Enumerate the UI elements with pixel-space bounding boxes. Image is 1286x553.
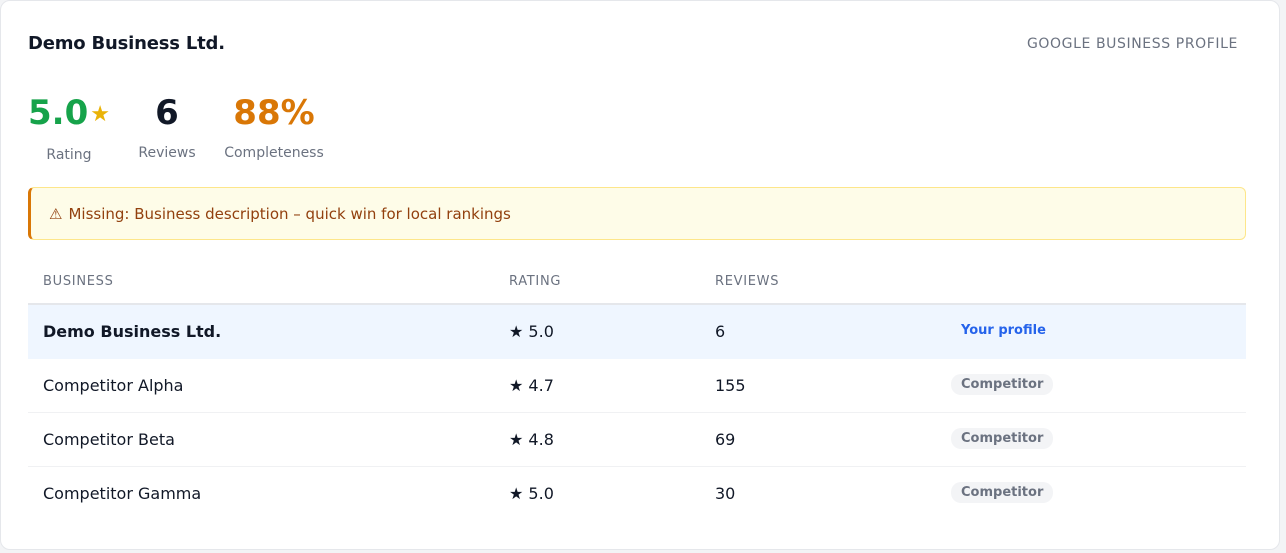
table-row: Demo Business Ltd. ★ 5.0 6 Your profile — [28, 305, 1246, 359]
star-icon: ★ — [90, 102, 110, 127]
column-header-rating: RATING — [509, 274, 562, 289]
gbp-card: Demo Business Ltd. GOOGLE BUSINESS PROFI… — [0, 0, 1280, 550]
row-business-name: Demo Business Ltd. — [43, 322, 222, 341]
row-rating: ★ 4.8 — [509, 430, 554, 449]
row-business-name: Competitor Alpha — [43, 376, 184, 395]
competitor-badge: Competitor — [951, 374, 1054, 395]
rating-value: 5.0 — [28, 93, 89, 133]
alert-text: Missing: Business description – quick wi… — [68, 204, 511, 223]
rating-value-wrap: 5.0★ — [28, 91, 110, 137]
reviews-label: Reviews — [138, 145, 196, 161]
row-rating: ★ 5.0 — [509, 322, 554, 341]
competitor-badge: Competitor — [951, 428, 1054, 449]
row-rating: ★ 5.0 — [509, 484, 554, 503]
competitor-table: BUSINESS RATING REVIEWS Demo Business Lt… — [28, 263, 1246, 521]
column-header-business: BUSINESS — [43, 274, 114, 289]
reviews-value: 6 — [155, 93, 179, 133]
column-header-reviews: REVIEWS — [715, 274, 780, 289]
missing-info-alert: ⚠ Missing: Business description – quick … — [28, 187, 1246, 240]
table-row: Competitor Beta ★ 4.8 69 Competitor — [28, 413, 1246, 467]
stat-completeness: 88% Completeness — [224, 91, 324, 161]
row-reviews: 155 — [715, 376, 746, 395]
card-header: Demo Business Ltd. GOOGLE BUSINESS PROFI… — [28, 33, 1238, 57]
business-name: Demo Business Ltd. — [28, 33, 225, 54]
row-business-name: Competitor Gamma — [43, 484, 202, 503]
row-business-name: Competitor Beta — [43, 430, 175, 449]
row-reviews: 6 — [715, 322, 726, 341]
row-rating: ★ 4.7 — [509, 376, 554, 395]
source-label: GOOGLE BUSINESS PROFILE — [1026, 36, 1238, 52]
completeness-label: Completeness — [224, 145, 324, 161]
stat-reviews: 6 Reviews — [138, 91, 196, 161]
row-reviews: 30 — [715, 484, 736, 503]
table-row: Competitor Gamma ★ 5.0 30 Competitor — [28, 467, 1246, 521]
row-reviews: 69 — [715, 430, 736, 449]
table-header: BUSINESS RATING REVIEWS — [28, 263, 1246, 305]
rating-label: Rating — [46, 147, 92, 163]
completeness-value: 88% — [233, 93, 315, 133]
your-profile-badge: Your profile — [961, 323, 1046, 338]
warning-icon: ⚠ — [49, 204, 63, 223]
table-row: Competitor Alpha ★ 4.7 155 Competitor — [28, 359, 1246, 413]
competitor-badge: Competitor — [951, 482, 1054, 503]
stat-rating: 5.0★ Rating — [28, 91, 110, 163]
